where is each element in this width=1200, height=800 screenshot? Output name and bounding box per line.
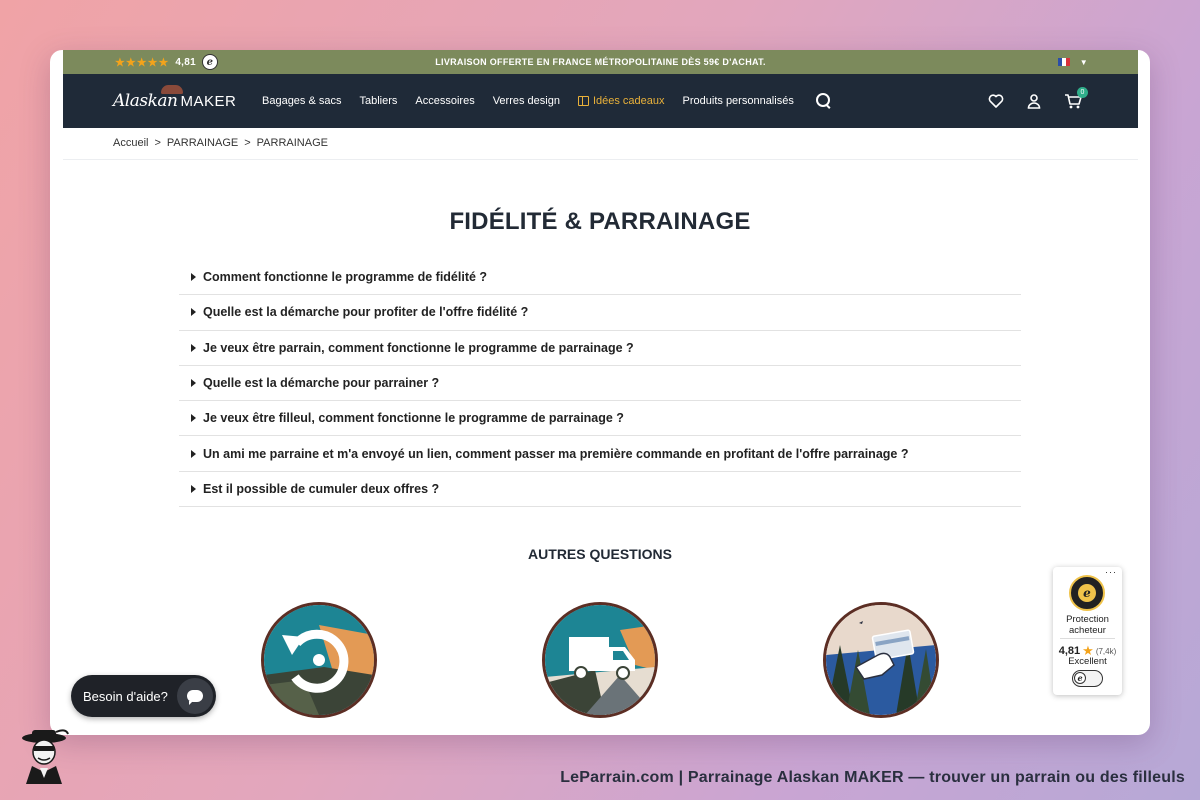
caret-right-icon: [191, 449, 196, 458]
promo-message: LIVRAISON OFFERTE EN FRANCE MÉTROPOLITAI…: [435, 57, 766, 67]
logo-script: Alaskan: [113, 91, 178, 111]
rating-stars: ★★★★★: [115, 56, 170, 69]
faq-question: Je veux être filleul, comment fonctionne…: [203, 411, 624, 426]
trusted-shops-seal-icon: e: [1069, 575, 1105, 611]
faq-list: Comment fonctionne le programme de fidél…: [179, 260, 1021, 508]
browser-window: ★★★★★ 4,81 e LIVRAISON OFFERTE EN FRANCE…: [50, 50, 1150, 735]
faq-item[interactable]: Quelle est la démarche pour parrainer ?: [179, 366, 1021, 402]
help-chat-button[interactable]: Besoin d'aide?: [71, 675, 216, 717]
faq-question: Comment fonctionne le programme de fidél…: [203, 270, 488, 285]
search-icon[interactable]: [815, 93, 832, 109]
caret-right-icon: [191, 308, 196, 317]
caret-right-icon: [191, 379, 196, 388]
nav-item-idees-cadeaux[interactable]: Idées cadeaux: [577, 95, 665, 107]
trusted-shops-e-icon: e: [1074, 672, 1086, 684]
faq-item[interactable]: Je veux être parrain, comment fonctionne…: [179, 331, 1021, 366]
trust-line1: Protection: [1066, 614, 1109, 625]
faq-question: Je veux être parrain, comment fonctionne…: [203, 340, 634, 355]
trust-toggle[interactable]: e: [1072, 670, 1103, 687]
trust-review-count: (7,4k): [1095, 646, 1117, 656]
faq-item[interactable]: Est il possible de cumuler deux offres ?: [179, 472, 1021, 508]
breadcrumb-home[interactable]: Accueil: [113, 137, 148, 149]
promo-rating[interactable]: ★★★★★ 4,81 e: [115, 50, 218, 74]
cart-count-badge: 0: [1077, 87, 1088, 98]
main-nav: Bagages & sacs Tabliers Accessoires Verr…: [262, 74, 832, 128]
faq-item[interactable]: Je veux être filleul, comment fonctionne…: [179, 401, 1021, 437]
faq-item[interactable]: Un ami me parraine et m'a envoyé un lien…: [179, 436, 1021, 472]
divider: [63, 159, 1138, 160]
rating-value: 4,81: [175, 56, 196, 68]
faq-item[interactable]: Quelle est la démarche pour profiter de …: [179, 295, 1021, 331]
caret-right-icon: [191, 273, 196, 282]
cart-icon[interactable]: 0: [1064, 87, 1088, 109]
faq-question: Quelle est la démarche pour profiter de …: [203, 305, 529, 320]
other-questions-title: AUTRES QUESTIONS: [528, 546, 672, 562]
caret-right-icon: [191, 484, 196, 493]
returns-icon[interactable]: [261, 602, 377, 718]
more-options-icon[interactable]: ···: [1105, 567, 1117, 577]
breadcrumb-separator: >: [244, 137, 251, 149]
heart-icon[interactable]: [988, 93, 1004, 109]
breadcrumb-current: PARRAINAGE: [256, 137, 328, 149]
breadcrumb-parrainage[interactable]: PARRAINAGE: [167, 137, 238, 149]
trust-rating-label: Excellent: [1068, 656, 1107, 667]
chat-bubble-icon[interactable]: [177, 678, 213, 714]
nav-item-produits-personnalises[interactable]: Produits personnalisés: [683, 95, 794, 107]
breadcrumb-separator: >: [154, 137, 161, 149]
payment-card-icon[interactable]: [823, 602, 939, 718]
trusted-shops-icon: e: [201, 54, 218, 70]
nav-item-idees-cadeaux-label: Idées cadeaux: [592, 95, 665, 107]
page-caption: LeParrain.com | Parrainage Alaskan MAKER…: [560, 769, 1185, 786]
french-flag-icon: [1057, 58, 1070, 66]
main-header: Alaskan MAKER Bagages & sacs Tabliers Ac…: [63, 74, 1138, 128]
faq-question: Quelle est la démarche pour parrainer ?: [203, 376, 440, 391]
trust-protection-text: Protection acheteur: [1053, 614, 1122, 636]
brand-logo[interactable]: Alaskan MAKER: [113, 85, 237, 111]
nav-item-bagages[interactable]: Bagages & sacs: [262, 95, 342, 107]
trusted-shops-widget[interactable]: ··· e Protection acheteur 4,81 ★ (7,4k) …: [1053, 567, 1122, 695]
faq-question: Est il possible de cumuler deux offres ?: [203, 481, 440, 496]
caret-right-icon: [191, 343, 196, 352]
nav-item-tabliers[interactable]: Tabliers: [360, 95, 398, 107]
delivery-truck-icon[interactable]: [542, 602, 658, 718]
page-title: FIDÉLITÉ & PARRAINAGE: [449, 208, 751, 235]
hat-icon: [161, 85, 183, 94]
divider: [1060, 638, 1115, 639]
caret-right-icon: [191, 414, 196, 423]
breadcrumb: Accueil > PARRAINAGE > PARRAINAGE: [113, 137, 328, 149]
logo-word: MAKER: [180, 93, 237, 110]
account-icon[interactable]: [1026, 93, 1042, 109]
leparrain-mascot-logo: [18, 728, 70, 784]
language-selector[interactable]: ▼: [1057, 50, 1088, 74]
faq-question: Un ami me parraine et m'a envoyé un lien…: [203, 446, 909, 461]
help-chat-label: Besoin d'aide?: [83, 688, 168, 704]
header-actions: 0: [988, 74, 1088, 128]
trust-line2: acheteur: [1069, 625, 1106, 636]
gift-icon: [577, 96, 589, 106]
faq-item[interactable]: Comment fonctionne le programme de fidél…: [179, 260, 1021, 296]
nav-item-verres[interactable]: Verres design: [493, 95, 560, 107]
chevron-down-icon: ▼: [1079, 57, 1088, 67]
nav-item-accessoires[interactable]: Accessoires: [415, 95, 474, 107]
promo-bar: ★★★★★ 4,81 e LIVRAISON OFFERTE EN FRANCE…: [63, 50, 1138, 74]
